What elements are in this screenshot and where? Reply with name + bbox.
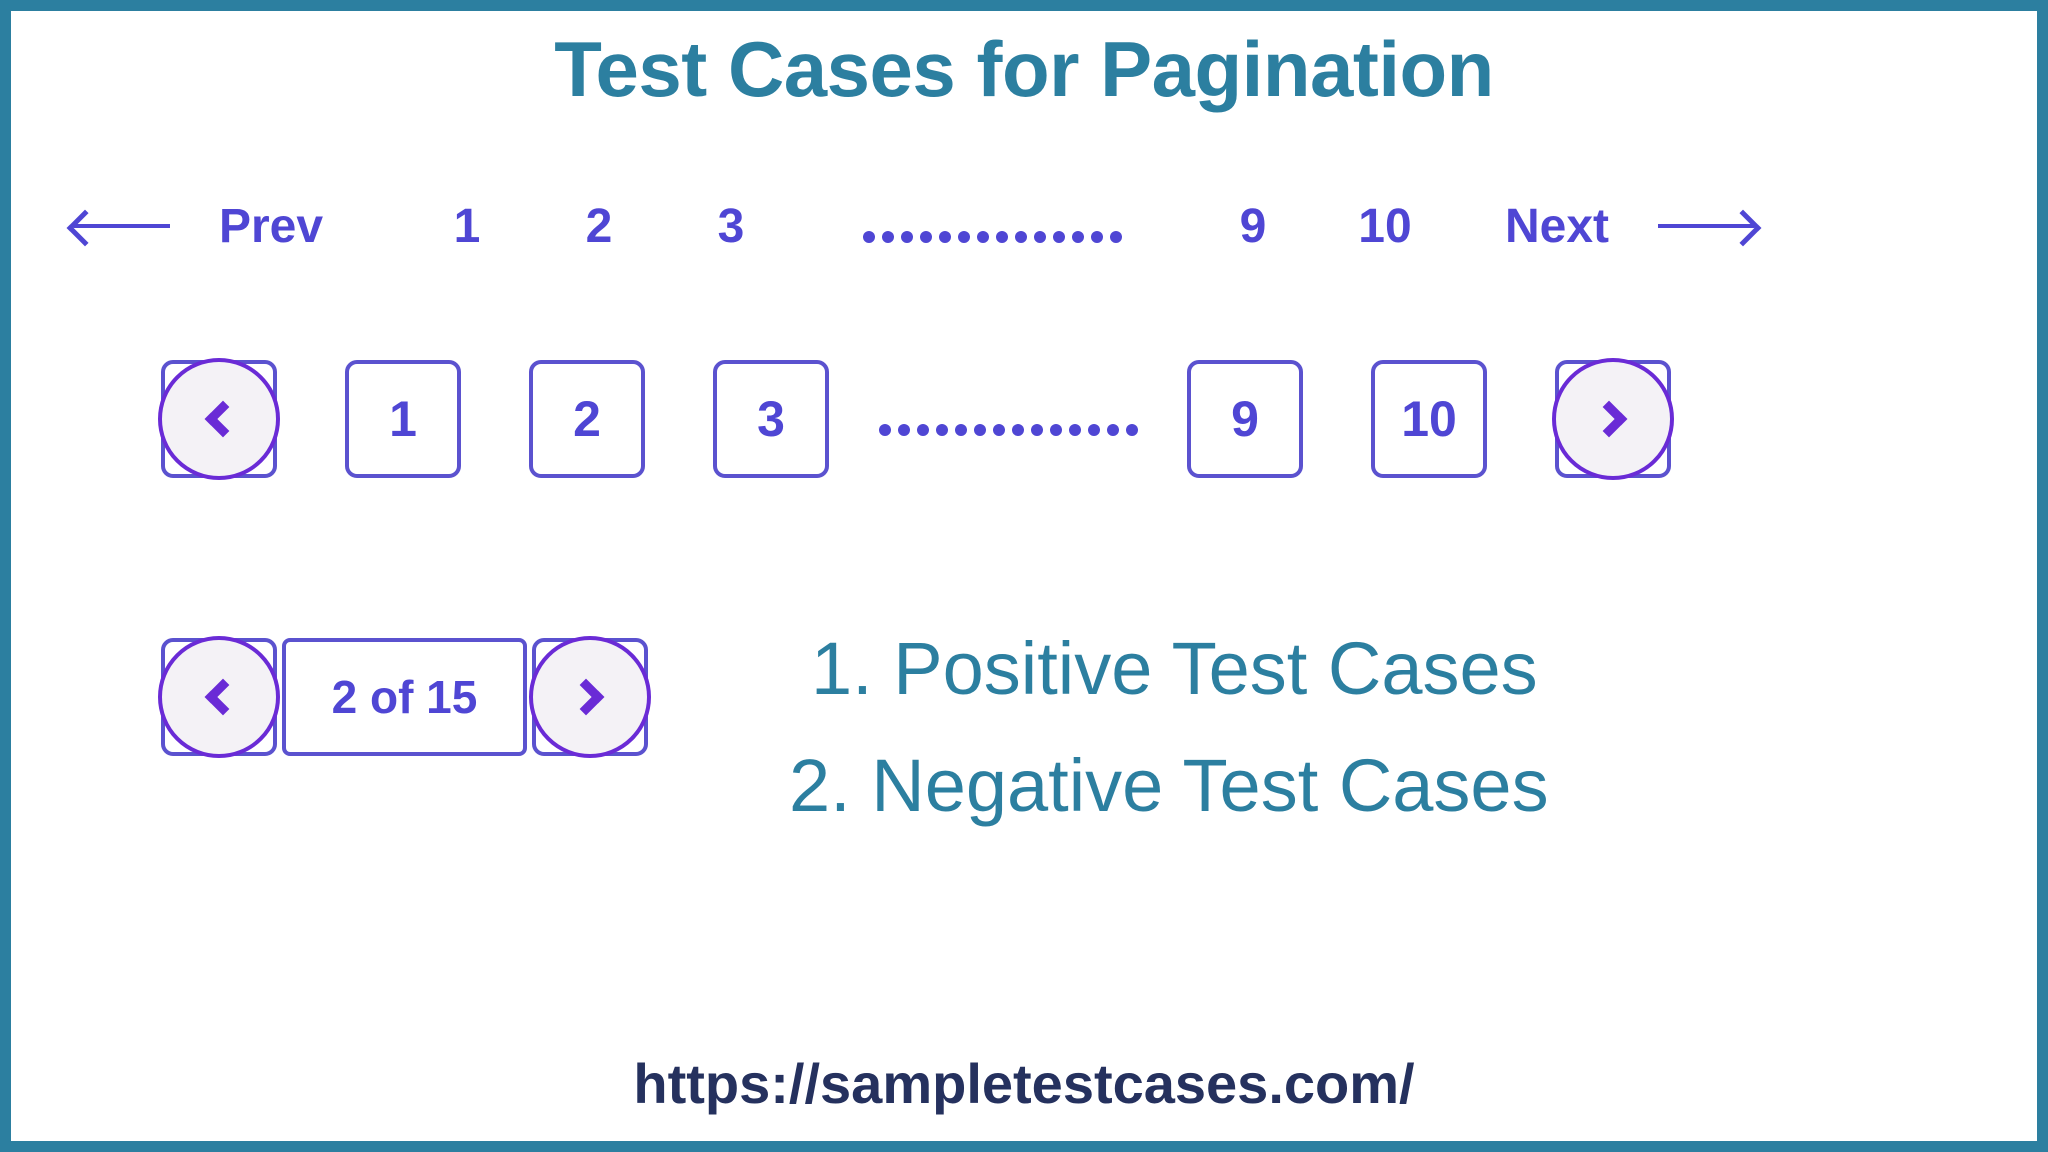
page-stepper: 2 of 15 [158, 635, 651, 759]
text-prev-link[interactable]: Prev [181, 193, 361, 259]
pagination-next-button[interactable] [1552, 358, 1674, 480]
long-arrow-left-icon[interactable] [63, 193, 181, 259]
chevron-right-icon [529, 636, 651, 758]
text-page-link-3[interactable]: 3 [665, 193, 797, 259]
footer-url: https://sampletestcases.com/ [633, 1052, 1415, 1115]
ellipsis-dots-icon [878, 424, 1138, 436]
stepper-next-button[interactable] [529, 636, 651, 758]
ellipsis-dots-icon [862, 231, 1122, 243]
long-arrow-right-shape [1658, 224, 1754, 228]
pagination-page-button-9[interactable]: 9 [1187, 360, 1303, 478]
text-page-link-1[interactable]: 1 [401, 193, 533, 259]
page-title: Test Cases for Pagination [554, 25, 1494, 113]
stepper-prev-button[interactable] [158, 636, 280, 758]
chevron-left-shape [204, 400, 242, 438]
pagination-ellipsis [829, 402, 1187, 436]
chevron-right-icon [1552, 358, 1674, 480]
text-pagination-ellipsis [797, 193, 1187, 259]
text-page-link-2[interactable]: 2 [533, 193, 665, 259]
long-arrow-right-icon[interactable] [1647, 193, 1765, 259]
pagination-page-button-1[interactable]: 1 [345, 360, 461, 478]
chevron-left-shape [204, 678, 242, 716]
text-page-link-10[interactable]: 10 [1319, 193, 1451, 259]
text-pagination-row: Prev 1 2 3 9 10 Next [63, 193, 1993, 259]
chevron-right-shape [567, 678, 605, 716]
stepper-counter-label: 2 of 15 [282, 638, 527, 756]
text-page-link-9[interactable]: 9 [1187, 193, 1319, 259]
pagination-page-button-3[interactable]: 3 [713, 360, 829, 478]
pagination-prev-button[interactable] [158, 358, 280, 480]
slide-canvas: Test Cases for Pagination Prev 1 2 3 9 1… [0, 0, 2048, 1152]
pagination-page-button-2[interactable]: 2 [529, 360, 645, 478]
test-case-list-item-2: 2. Negative Test Cases [789, 743, 1549, 827]
chevron-left-icon [158, 636, 280, 758]
test-case-list-item-1: 1. Positive Test Cases [811, 627, 1538, 710]
text-next-link[interactable]: Next [1467, 193, 1647, 259]
test-case-list: 1. Positive Test Cases 2. Negative Test … [789, 611, 1991, 845]
chevron-left-icon [158, 358, 280, 480]
long-arrow-left-shape [74, 224, 170, 228]
chevron-right-shape [1590, 400, 1628, 438]
pagination-page-button-10[interactable]: 10 [1371, 360, 1487, 478]
boxed-pagination-row: 1 2 3 9 10 [158, 357, 1674, 481]
